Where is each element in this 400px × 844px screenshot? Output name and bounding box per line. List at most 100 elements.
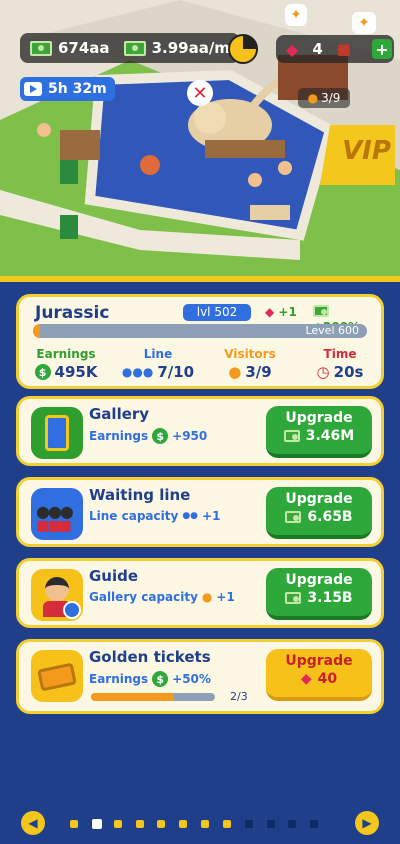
guide-icon [31,569,83,621]
pager-dot[interactable] [179,820,188,828]
upgrade-effect: Line capacity ●● +1 [89,509,220,523]
gem-icon: ◆ [286,39,299,59]
golden-tickets-progress-fill [91,693,175,701]
people-line-icon: ●●● [121,365,154,379]
stat-time-value: 20s [333,363,364,381]
upgrade-effect-label: Line capacity [89,509,179,523]
cash-icon [285,511,302,523]
upgrade-effect-value: +1 [202,509,221,523]
dollar-icon: $ [34,364,51,380]
add-gems-button[interactable]: + [372,39,392,59]
star-bubble-icon[interactable]: ✦ [285,4,307,26]
upgrade-title: Waiting line [89,486,191,504]
offline-timer-pie-icon[interactable] [228,34,258,64]
stat-earnings: Earnings $495K [21,347,111,381]
gem-bonus: ◆ +1 [265,305,297,319]
upgrade-cost: 3.46M [305,428,355,444]
next-room-button[interactable]: ▶ [355,811,379,835]
upgrade-title: Guide [89,567,139,585]
upgrade-row-waiting-line: ●●● ■■■ Waiting line Line capacity ●● +1 U… [16,477,384,547]
cash-icon [313,305,329,317]
dollar-icon: $ [152,428,169,444]
room-pager [70,818,332,830]
gem-icon: ◆ [300,671,312,687]
upgrade-gallery-button[interactable]: Upgrade 3.46M [266,406,372,458]
upgrade-cost: 3.15B [307,590,353,606]
upgrade-effect: Gallery capacity ● +1 [89,590,235,604]
pager-dot[interactable] [310,820,319,828]
room-name: Jurassic [35,303,110,323]
stat-line-value: 7/10 [157,363,195,381]
cash-icon [283,430,300,442]
upgrade-golden-tickets-button[interactable]: Upgrade ◆ 40 [266,649,372,701]
golden-ticket-icon [31,650,83,702]
upgrade-waiting-line-button[interactable]: Upgrade 6.65B [266,487,372,539]
upgrade-effect-value: +1 [216,590,235,604]
pager-dot[interactable] [266,820,275,828]
golden-tickets-progress [91,693,215,701]
waiting-line-icon: ●●● ■■■ [31,488,83,540]
upgrade-guide-button[interactable]: Upgrade 3.15B [266,568,372,620]
upgrade-effect-label: Earnings [89,429,149,443]
museum-scene[interactable]: 674aa 3.99aa/m ◆ 4 ■ + ✦ ✦ 5h 32m ✕ ● 3/… [0,0,400,276]
prev-room-button[interactable]: ◀ [21,811,45,835]
golden-tickets-progress-text: 2/3 [230,690,248,703]
stat-time: Time ◷ 20s [295,347,385,381]
pager-dot-active[interactable] [91,819,102,829]
dollar-icon: $ [152,671,169,687]
gem-hud: ◆ 4 ■ + [276,35,394,63]
pager-dot[interactable] [244,820,253,828]
upgrade-cost: 40 [317,671,338,687]
people-line-icon: ●● [182,511,199,521]
upgrade-title: Golden tickets [89,648,211,666]
stat-line-label: Line [143,347,173,361]
cash-icon [30,40,52,56]
gem-bonus-value: +1 [278,305,297,319]
gallery-icon [31,407,83,459]
gem-value: 4 [312,40,323,58]
room-level-progress: Level 600 [33,324,367,338]
next-level-label: Level 600 [305,324,359,337]
person-icon: ● [201,590,213,604]
pager-dot[interactable] [70,820,78,828]
stopwatch-icon: ◷ [316,363,330,381]
cash-value: 674aa [58,39,110,57]
cash-icon [285,592,302,604]
upgrade-cost: 6.65B [307,509,353,525]
upgrade-effect: Earnings $ +50% [89,671,211,687]
pager-dot[interactable] [135,820,144,828]
stat-earnings-label: Earnings [36,347,96,361]
income-icon [123,40,146,56]
pager-dot[interactable] [113,820,122,828]
stat-visitors: Visitors ● 3/9 [205,347,295,381]
close-room-button[interactable]: ✕ [187,80,213,106]
upgrade-effect-value: +50% [172,672,211,686]
pager-dot[interactable] [222,820,231,828]
star-bubble-icon-2[interactable]: ✦ [352,12,376,34]
video-ad-icon [24,82,42,96]
room-visitors-badge: ● 3/9 [298,88,350,108]
upgrade-row-golden-tickets: Golden tickets Earnings $ +50% 2/3 Upgrade… [16,639,384,714]
pager-dot[interactable] [157,820,166,828]
room-visitors-value: 3/9 [321,91,341,105]
vip-sign[interactable]: VIP [333,128,400,174]
stat-earnings-value: 495K [54,363,98,381]
stat-visitors-label: Visitors [224,347,276,361]
upgrade-button-label: Upgrade [285,410,353,426]
person-icon: ● [228,363,242,381]
boost-timer[interactable]: 5h 32m [20,77,115,101]
room-summary-card: Jurassic lvl 502 ◆ +1 +200% Level 600 Ea… [16,294,384,389]
upgrade-effect-label: Earnings [89,672,149,686]
cash-hud: 674aa 3.99aa/m [20,33,240,63]
chest-icon: ■ [336,40,351,58]
pager-dot[interactable] [288,820,297,828]
stat-line: Line ●●● 7/10 [113,347,203,381]
upgrade-effect-label: Gallery capacity [89,590,198,604]
upgrade-button-label: Upgrade [285,572,353,588]
pager-dot[interactable] [201,820,209,828]
vip-label: VIP [342,136,391,166]
upgrade-button-label: Upgrade [285,491,353,507]
upgrade-title: Gallery [89,405,150,423]
income-value: 3.99aa/m [151,39,230,57]
stat-visitors-value: 3/9 [245,363,272,381]
